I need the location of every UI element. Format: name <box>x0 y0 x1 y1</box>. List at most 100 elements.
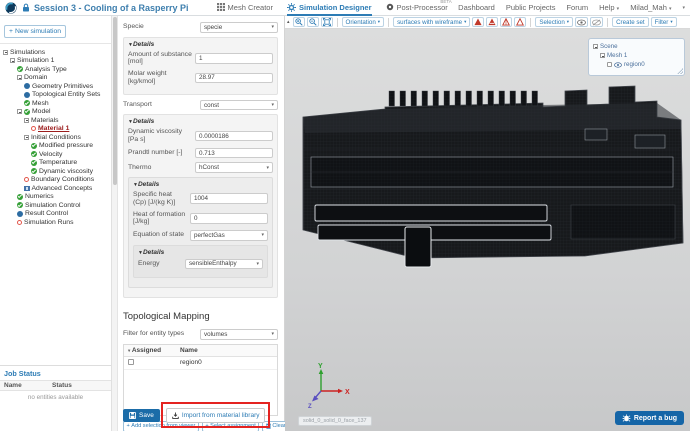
job-status-title[interactable]: Job Status <box>0 366 111 380</box>
specific-heat-input[interactable] <box>190 193 268 204</box>
table-row-region0[interactable]: region0 <box>124 357 277 370</box>
equation-of-state-label: Equation of state <box>133 231 185 239</box>
assignment-table: ▾ Assigned Name region0 <box>123 343 278 416</box>
viewer-toolbar: ▴ Orientation ▾ surfaces with wireframe … <box>285 16 690 29</box>
nav-user-menu[interactable]: Milad_Mah ▾ <box>630 3 671 12</box>
viewer-canvas[interactable]: Scene Mesh 1 region0 Y X Z solid_0_solid… <box>285 29 690 431</box>
chevron-down-icon: ▾ <box>566 19 570 24</box>
tree-item-result-control[interactable]: Result Control <box>0 210 111 219</box>
equation-of-state-select[interactable]: perfectGas ▾ <box>190 230 268 241</box>
nav-public-projects[interactable]: Public Projects <box>506 3 556 12</box>
node-status-icon <box>24 83 30 90</box>
prandtl-number-input[interactable] <box>195 147 273 159</box>
tree-item-material-1[interactable]: Material 1 <box>0 125 111 134</box>
tab-post-processor[interactable]: Post-Processor BETA <box>386 0 452 16</box>
energy-select[interactable]: sensibleEnthalpy ▾ <box>185 258 263 270</box>
details-header[interactable]: ▼Details <box>138 249 263 256</box>
tree-item-mesh[interactable]: Mesh <box>0 99 111 108</box>
tree-item-domain[interactable]: Domain <box>0 74 111 83</box>
eye-icon[interactable] <box>614 61 622 68</box>
show-selected-button[interactable] <box>575 17 589 27</box>
collapse-icon[interactable] <box>3 49 8 55</box>
tree-item-dynamic-viscosity[interactable]: Dynamic viscosity <box>0 167 111 176</box>
hide-selected-button[interactable] <box>590 17 604 27</box>
tree-item-model[interactable]: Model <box>0 108 111 117</box>
tree-item-geometry-primitives[interactable]: Geometry Primitives <box>0 82 111 91</box>
mesh-quality-tet-button-4[interactable] <box>514 17 527 27</box>
save-button[interactable]: Save <box>123 408 160 422</box>
display-mode-dropdown[interactable]: surfaces with wireframe ▾ <box>393 17 471 27</box>
heat-of-formation-input[interactable] <box>190 213 268 224</box>
selection-dropdown[interactable]: Selection ▾ <box>535 17 574 27</box>
incomplete-status-icon <box>24 177 29 183</box>
tree-item-advanced-concepts[interactable]: Advanced Concepts <box>0 184 111 193</box>
tree-item-modified-pressure[interactable]: Modified pressure <box>0 142 111 151</box>
region-visibility-checkbox[interactable] <box>607 62 612 67</box>
collapse-icon[interactable] <box>10 58 15 64</box>
simscale-logo-icon[interactable] <box>5 1 17 14</box>
tree-item-initial-conditions[interactable]: Initial Conditions <box>0 133 111 142</box>
new-simulation-button[interactable]: + New simulation <box>4 25 67 38</box>
tab-simulation-designer[interactable]: Simulation Designer <box>286 0 372 16</box>
thermo-select[interactable]: hConst ▾ <box>195 162 273 173</box>
tree-item-boundary-conditions[interactable]: Boundary Conditions <box>0 176 111 185</box>
nav-help-menu[interactable]: Help ▾ <box>599 3 619 12</box>
zoom-fit-button[interactable] <box>320 17 333 27</box>
assigned-checkbox[interactable] <box>128 358 134 365</box>
chevron-up-icon[interactable]: ▴ <box>287 19 290 25</box>
collapse-icon[interactable] <box>593 44 598 49</box>
tree-item-velocity[interactable]: Velocity <box>0 150 111 159</box>
details-header[interactable]: ▼Details <box>128 118 273 125</box>
tab-mesh-creator[interactable]: Mesh Creator <box>216 0 273 16</box>
details-header[interactable]: ▼Details <box>133 181 268 188</box>
plus-icon: + <box>126 423 130 430</box>
scene-mesh-row[interactable]: Mesh 1 <box>593 51 680 60</box>
details-header[interactable]: ▼Details <box>128 41 273 48</box>
mesh-quality-tet-button-1[interactable] <box>472 17 485 27</box>
mesh-quality-tet-button-2[interactable] <box>486 17 499 27</box>
orientation-dropdown[interactable]: Orientation ▾ <box>341 17 385 27</box>
collapse-icon[interactable] <box>17 75 22 81</box>
top-nav: Dashboard Public Projects Forum Help ▾ M… <box>458 3 685 12</box>
import-from-material-library-button[interactable]: Import from material library <box>165 408 266 423</box>
collapse-icon[interactable] <box>600 53 605 58</box>
nav-forum[interactable]: Forum <box>566 3 588 12</box>
scene-region-row[interactable]: region0 <box>593 60 680 69</box>
filter-dropdown[interactable]: Filter ▾ <box>650 17 677 27</box>
tree-item-topological-entity-sets[interactable]: Topological Entity Sets <box>0 91 111 100</box>
nav-dashboard[interactable]: Dashboard <box>458 3 495 12</box>
tree-item-simulation-control[interactable]: Simulation Control <box>0 201 111 210</box>
tree-item-analysis-type[interactable]: Analysis Type <box>0 65 111 74</box>
report-bug-button[interactable]: Report a bug <box>614 411 684 425</box>
molar-weight-input[interactable] <box>195 72 273 84</box>
create-set-button[interactable]: Create set <box>612 17 649 27</box>
zoom-out-button[interactable] <box>306 17 319 27</box>
chevron-down-icon[interactable]: ▾ <box>682 5 685 11</box>
scrollbar-thumb[interactable] <box>113 17 117 185</box>
entity-filter-select[interactable]: volumes ▾ <box>200 329 278 340</box>
amount-of-substance-input[interactable] <box>195 53 273 64</box>
chevron-down-icon: ▾ <box>271 102 274 108</box>
fit-view-icon <box>322 18 331 26</box>
collapse-icon[interactable] <box>24 134 29 140</box>
eye-icon <box>577 19 586 25</box>
tree-item-temperature[interactable]: Temperature <box>0 159 111 168</box>
triangle-down-icon[interactable]: ▾ <box>128 348 130 353</box>
dynamic-viscosity-input[interactable] <box>195 130 273 142</box>
specie-select[interactable]: specie ▾ <box>200 22 278 33</box>
transport-select[interactable]: const ▾ <box>200 99 278 111</box>
tree-item-simulation-1[interactable]: Simulation 1 <box>0 57 111 66</box>
tree-item-simulation-runs[interactable]: Simulation Runs <box>0 218 111 227</box>
mesh-quality-tet-button-3[interactable] <box>500 17 513 27</box>
specie-details-box: ▼Details Amount of substance [mol] Molar… <box>123 36 278 95</box>
energy-details-box: ▼Details Energy sensibleEnthalpy ▾ <box>133 244 268 279</box>
tree-item-materials[interactable]: Materials <box>0 116 111 125</box>
specific-heat-label: Specific heat (Cp) [J/(kg K)] <box>133 190 176 206</box>
tree-item-numerics[interactable]: Numerics <box>0 193 111 202</box>
tree-item-simulations[interactable]: Simulations <box>0 48 111 57</box>
collapse-icon[interactable] <box>24 117 29 123</box>
collapse-icon[interactable] <box>17 109 22 115</box>
scene-root-row[interactable]: Scene <box>593 42 680 51</box>
zoom-in-button[interactable] <box>292 17 305 27</box>
resize-handle[interactable] <box>677 68 683 74</box>
